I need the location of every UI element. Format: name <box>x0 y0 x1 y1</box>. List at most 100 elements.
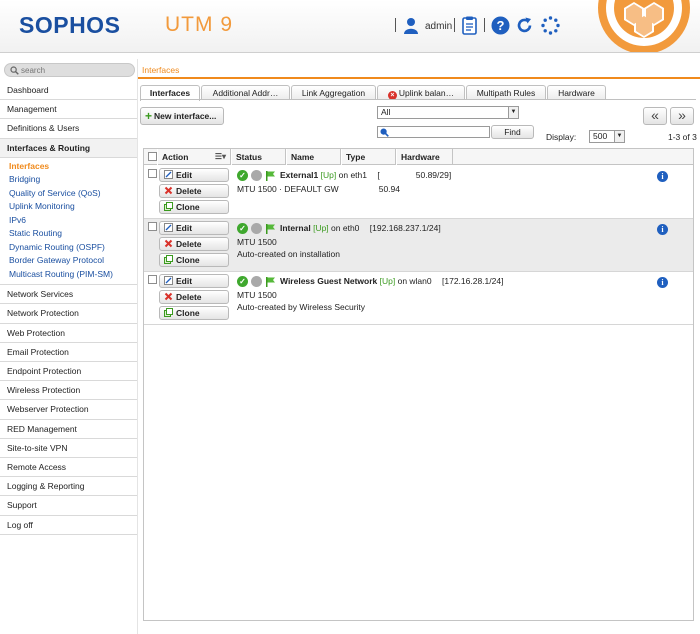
clone-button[interactable]: Clone <box>159 200 229 214</box>
row-checkbox[interactable] <box>148 169 157 178</box>
delete-icon <box>164 292 173 301</box>
sidebar-subitem-multicast[interactable]: Multicast Routing (PIM-SM) <box>0 268 137 282</box>
info-icon[interactable]: i <box>657 277 668 288</box>
delete-label: Delete <box>176 292 202 302</box>
clone-icon <box>164 255 173 264</box>
tab-hardware[interactable]: Hardware <box>547 85 606 100</box>
sidebar-item-wireless-protection[interactable]: Wireless Protection <box>0 381 137 401</box>
status-disabled-icon <box>251 170 262 181</box>
interface-name[interactable]: External1 <box>280 170 318 180</box>
column-status[interactable]: Status <box>231 149 286 165</box>
sidebar-subitem-bgp[interactable]: Border Gateway Protocol <box>0 254 137 268</box>
edit-label: Edit <box>176 170 193 180</box>
edit-button[interactable]: Edit <box>159 221 229 235</box>
sidebar-item-logging-reporting[interactable]: Logging & Reporting <box>0 477 137 497</box>
search-icon <box>380 128 389 137</box>
next-page-button[interactable]: » <box>670 107 694 125</box>
reload-icon[interactable] <box>515 16 534 35</box>
sidebar-subitem-ipv6[interactable]: IPv6 <box>0 214 137 228</box>
find-button[interactable]: Find <box>491 125 534 139</box>
column-hardware[interactable]: Hardware <box>396 149 453 165</box>
interface-mtu-gw: MTU 1500 · DEFAULT GW <box>237 184 339 194</box>
status-enabled-icon[interactable]: ✓ <box>237 170 248 181</box>
tab-link-aggregation[interactable]: Link Aggregation <box>291 85 376 100</box>
sidebar-subitem-qos[interactable]: Quality of Service (QoS) <box>0 187 137 201</box>
filter-select[interactable]: All ▼ <box>377 106 519 119</box>
interface-hardware: on wlan0 <box>397 276 432 286</box>
sidebar-item-definitions-users[interactable]: Definitions & Users <box>0 119 137 139</box>
status-enabled-icon[interactable]: ✓ <box>237 223 248 234</box>
sidebar-item-network-services[interactable]: Network Services <box>0 285 137 305</box>
select-all-checkbox[interactable] <box>148 152 157 161</box>
plus-icon: + <box>145 109 153 123</box>
previous-page-button[interactable]: « <box>643 107 667 125</box>
column-menu-icon[interactable]: ☰▾ <box>215 149 226 165</box>
clone-button[interactable]: Clone <box>159 306 229 320</box>
sidebar-subitem-uplink-monitoring[interactable]: Uplink Monitoring <box>0 200 137 214</box>
interfaces-table: Action ☰▾ Status Name Type Hardware Edit… <box>143 148 694 621</box>
sidebar-subitem-ospf[interactable]: Dynamic Routing (OSPF) <box>0 241 137 255</box>
delete-button[interactable]: Delete <box>159 237 229 251</box>
interface-comment: Auto-created by Wireless Security <box>237 302 366 312</box>
search-input[interactable] <box>21 65 126 76</box>
sidebar-item-dashboard[interactable]: Dashboard <box>0 81 137 101</box>
clone-button[interactable]: Clone <box>159 253 229 267</box>
column-name[interactable]: Name <box>286 149 341 165</box>
new-interface-button[interactable]: + New interface... <box>140 107 224 125</box>
interface-details: MTU 1500 <box>237 237 277 247</box>
column-type[interactable]: Type <box>341 149 396 165</box>
display-count-select[interactable]: 500 ▼ <box>589 130 625 143</box>
tab-multipath-rules[interactable]: Multipath Rules <box>466 85 546 100</box>
sidebar-item-site-to-site-vpn[interactable]: Site-to-site VPN <box>0 438 137 458</box>
username-label[interactable]: admin <box>425 21 452 32</box>
sidebar-subitem-static-routing[interactable]: Static Routing <box>0 227 137 241</box>
sidebar-item-log-off[interactable]: Log off <box>0 515 137 535</box>
display-count-value: 500 <box>593 131 608 141</box>
sidebar-item-email-protection[interactable]: Email Protection <box>0 342 137 362</box>
sidebar: Dashboard Management Definitions & Users… <box>0 59 137 634</box>
edit-button[interactable]: Edit <box>159 168 229 182</box>
status-enabled-icon[interactable]: ✓ <box>237 276 248 287</box>
sidebar-search[interactable] <box>4 63 135 77</box>
edit-button[interactable]: Edit <box>159 274 229 288</box>
delete-button[interactable]: Delete <box>159 184 229 198</box>
clone-label: Clone <box>176 202 200 212</box>
user-icon[interactable] <box>403 17 419 34</box>
interface-hardware: on eth0 <box>331 223 360 233</box>
interface-name[interactable]: Internal <box>280 223 311 233</box>
sidebar-item-webserver-protection[interactable]: Webserver Protection <box>0 400 137 420</box>
column-action[interactable]: Action ☰▾ <box>157 149 231 165</box>
interface-hardware: on eth1 <box>338 170 367 180</box>
tab-additional-addresses[interactable]: Additional Addr… <box>201 85 290 100</box>
sidebar-item-web-protection[interactable]: Web Protection <box>0 323 137 343</box>
find-input[interactable] <box>377 126 490 138</box>
edit-label: Edit <box>176 276 193 286</box>
help-icon[interactable]: ? <box>491 16 510 35</box>
sidebar-item-endpoint-protection[interactable]: Endpoint Protection <box>0 362 137 382</box>
row-checkbox[interactable] <box>148 275 157 284</box>
delete-button[interactable]: Delete <box>159 290 229 304</box>
row-checkbox[interactable] <box>148 222 157 231</box>
flag-icon <box>266 224 275 234</box>
sidebar-item-management[interactable]: Management <box>0 100 137 120</box>
interface-address: [172.16.28.1/24] <box>442 276 504 286</box>
sidebar-item-remote-access[interactable]: Remote Access <box>0 457 137 478</box>
edit-icon <box>164 170 173 179</box>
clone-label: Clone <box>176 255 200 265</box>
interface-name[interactable]: Wireless Guest Network <box>280 276 377 286</box>
sidebar-item-support[interactable]: Support <box>0 496 137 516</box>
sidebar-item-red-management[interactable]: RED Management <box>0 419 137 439</box>
delete-icon <box>164 186 173 195</box>
sidebar-item-interfaces-routing[interactable]: Interfaces & Routing <box>0 138 137 158</box>
info-icon[interactable]: i <box>657 224 668 235</box>
info-icon[interactable]: i <box>657 171 668 182</box>
display-label: Display: <box>546 132 577 142</box>
tab-uplink-balancing[interactable]: × Uplink balan… <box>377 85 465 100</box>
clipboard-icon[interactable] <box>460 16 479 35</box>
sidebar-subitem-interfaces[interactable]: Interfaces <box>0 160 137 174</box>
sidebar-divider <box>137 59 138 634</box>
sidebar-item-network-protection[interactable]: Network Protection <box>0 304 137 324</box>
interface-address: [192.168.237.1/24] <box>369 223 441 233</box>
sidebar-subitem-bridging[interactable]: Bridging <box>0 173 137 187</box>
sidebar-subnav: Interfaces Bridging Quality of Service (… <box>0 157 137 286</box>
